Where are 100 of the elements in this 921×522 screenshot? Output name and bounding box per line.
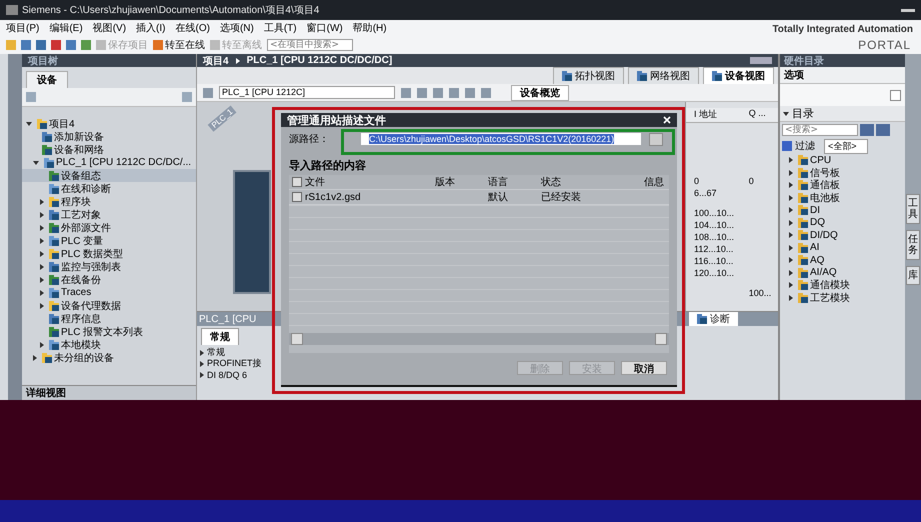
catalog-item[interactable]: AI/AQ	[780, 266, 905, 279]
horizontal-scrollbar[interactable]	[289, 333, 669, 345]
tree-item[interactable]: PLC 数据类型	[22, 247, 196, 260]
tree-item[interactable]: 本地模块	[22, 338, 196, 351]
expand-arrow-icon[interactable]	[26, 122, 32, 126]
expand-arrow-icon[interactable]	[789, 232, 793, 238]
expand-arrow-icon[interactable]	[33, 160, 39, 164]
scroll-left-icon[interactable]	[291, 333, 303, 345]
filter-dropdown[interactable]: <全部>	[824, 138, 868, 154]
expand-arrow-icon[interactable]	[40, 224, 44, 230]
breadcrumb-item[interactable]: PLC_1 [CPU 1212C DC/DC/DC]	[246, 55, 392, 66]
catalog-item[interactable]: DI/DQ	[780, 229, 905, 242]
expand-arrow-icon[interactable]	[40, 290, 44, 296]
tree-tab[interactable]: 设备	[26, 71, 68, 88]
catalog-item[interactable]: AQ	[780, 254, 905, 266]
breadcrumb-item[interactable]: 项目4	[203, 54, 229, 68]
expand-arrow-icon[interactable]	[40, 342, 44, 348]
tree-item[interactable]: 设备和网络	[22, 143, 196, 156]
side-tab[interactable]: 工具	[906, 194, 920, 224]
catalog-item[interactable]: 电池板	[780, 192, 905, 204]
tree-item[interactable]: 程序信息	[22, 312, 196, 325]
tree-item[interactable]: 工艺对象	[22, 208, 196, 221]
tree-item[interactable]: 项目4	[22, 117, 196, 130]
toolbar-button[interactable]: 转至在线	[153, 38, 205, 52]
catalog-item-label: CPU	[810, 154, 832, 166]
view-tab[interactable]: 拓扑视图	[553, 67, 624, 84]
expand-arrow-icon[interactable]	[789, 157, 793, 164]
tree-item[interactable]: 程序块	[22, 195, 196, 208]
menu-item[interactable]: 选项(N)	[220, 21, 254, 35]
menu-item[interactable]: 在线(O)	[175, 21, 210, 35]
expand-arrow-icon[interactable]	[789, 182, 793, 188]
expand-arrow-icon[interactable]	[789, 257, 793, 264]
table-cell-text: 6...67	[693, 188, 718, 198]
catalog-item[interactable]: DQ	[780, 216, 905, 229]
view-tab[interactable]: 网络视图	[628, 67, 699, 84]
expand-arrow-icon[interactable]	[789, 270, 793, 276]
catalog-item[interactable]: AI	[780, 242, 905, 254]
tree-item[interactable]: Traces	[22, 286, 196, 299]
catalog-item[interactable]: CPU	[780, 154, 905, 166]
menu-item[interactable]: 帮助(H)	[352, 21, 387, 35]
expand-arrow-icon[interactable]	[789, 244, 793, 251]
catalog-item-label: DQ	[810, 217, 825, 228]
menu-item[interactable]: 编辑(E)	[49, 21, 83, 35]
filter-checkbox[interactable]	[782, 141, 792, 151]
expand-arrow-icon[interactable]	[40, 276, 44, 282]
tree-item[interactable]: 添加新设备	[22, 130, 196, 143]
side-tab[interactable]: 库	[906, 266, 920, 285]
tree-item[interactable]: 在线和诊断	[22, 182, 196, 195]
expand-arrow-icon[interactable]	[33, 354, 37, 360]
expand-arrow-icon[interactable]	[789, 207, 793, 214]
expand-arrow-icon[interactable]	[40, 302, 44, 308]
menu-item[interactable]: 视图(V)	[92, 21, 126, 35]
tree-item[interactable]: 监控与强制表	[22, 260, 196, 273]
expand-arrow-icon[interactable]	[789, 194, 793, 201]
dialog-button[interactable]: 取消	[621, 361, 667, 375]
panel-toggle-icon[interactable]	[890, 90, 901, 100]
tree-item[interactable]: 在线备份	[22, 273, 196, 286]
inspector-item[interactable]: 常规	[207, 346, 225, 359]
minimize-icon[interactable]	[901, 8, 915, 12]
menu-item[interactable]: 工具(T)	[264, 21, 297, 35]
expand-arrow-icon[interactable]	[789, 170, 793, 176]
tree-item[interactable]: 设备组态	[22, 169, 196, 182]
expand-arrow-icon[interactable]	[789, 294, 793, 301]
expand-arrow-icon[interactable]	[40, 264, 44, 270]
catalog-item[interactable]: 通信模块	[780, 279, 905, 292]
expand-arrow-icon[interactable]	[40, 198, 44, 204]
tree-item[interactable]: 未分组的设备	[22, 351, 196, 364]
inspector-item[interactable]: DI 8/DQ 6	[207, 370, 248, 380]
select-all-checkbox[interactable]	[292, 177, 302, 187]
tree-item[interactable]: 外部源文件	[22, 221, 196, 234]
tree-item[interactable]: PLC_1 [CPU 1212C DC/DC/...	[22, 156, 196, 169]
menu-item[interactable]: 插入(I)	[136, 21, 166, 35]
menu-item[interactable]: 项目(P)	[6, 21, 40, 35]
inspector-item[interactable]: PROFINET接	[207, 357, 262, 370]
tree-item[interactable]: PLC 变量	[22, 234, 196, 247]
expand-arrow-icon[interactable]	[789, 282, 793, 288]
overview-tab[interactable]: 设备概览	[511, 84, 569, 100]
expand-arrow-icon[interactable]	[40, 212, 44, 218]
tree-item[interactable]: 设备代理数据	[22, 299, 196, 312]
side-tab[interactable]: 任务	[906, 230, 920, 260]
catalog-item[interactable]: DI	[780, 204, 905, 216]
device-select[interactable]: PLC_1 [CPU 1212C]	[219, 86, 395, 99]
tree-item-label: 工艺对象	[61, 208, 101, 222]
menu-item[interactable]: 窗口(W)	[306, 21, 343, 35]
row-checkbox[interactable]	[292, 192, 302, 202]
inspector-tab[interactable]: 常规	[201, 328, 239, 345]
close-icon[interactable]	[663, 116, 671, 124]
catalog-item[interactable]: 信号板	[780, 166, 905, 179]
catalog-item[interactable]: 通信板	[780, 179, 905, 192]
expand-arrow-icon[interactable]	[40, 238, 44, 244]
expand-arrow-icon[interactable]	[789, 220, 793, 226]
expand-arrow-icon[interactable]	[40, 250, 44, 256]
catalog-item[interactable]: 工艺模块	[780, 292, 905, 304]
tree-item[interactable]: PLC 报警文本列表	[22, 325, 196, 338]
source-path-field[interactable]: C:\Users\zhujiawen\Desktop\atcosGSD\RS1C1V2(20160221)	[361, 133, 641, 145]
scroll-right-icon[interactable]	[655, 333, 667, 345]
catalog-section-header[interactable]: 目录	[780, 106, 905, 122]
diagnostics-tab[interactable]: 诊断	[689, 312, 738, 326]
view-tab[interactable]: 设备视图	[703, 67, 774, 84]
folder-icon	[798, 280, 808, 290]
